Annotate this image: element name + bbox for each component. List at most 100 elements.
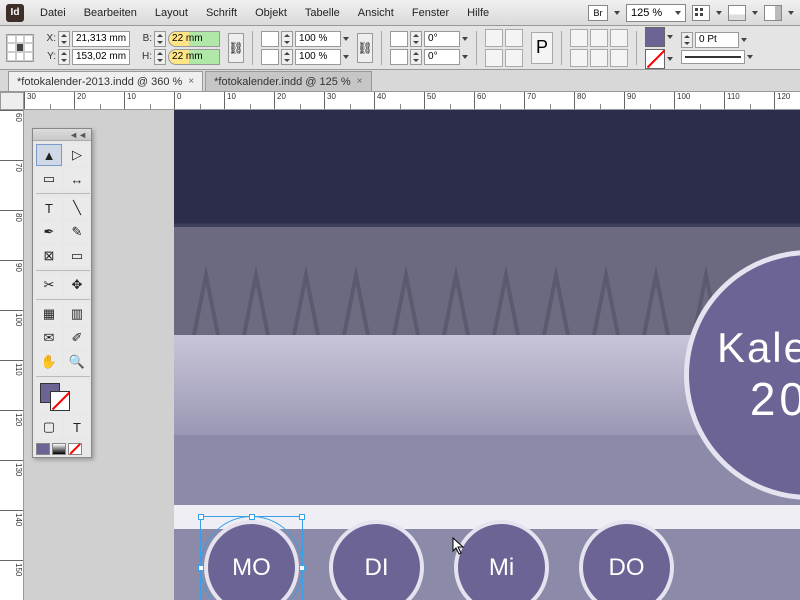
- chevron-down-icon[interactable]: [747, 55, 753, 59]
- tab-doc-1[interactable]: *fotokalender-2013.indd @ 360 %×: [8, 71, 203, 91]
- pencil-tool[interactable]: ✎: [64, 221, 90, 243]
- chevron-down-icon[interactable]: [752, 11, 758, 15]
- apply-none[interactable]: [68, 443, 82, 455]
- reference-point[interactable]: [6, 34, 34, 62]
- line-tool[interactable]: ╲: [64, 197, 90, 219]
- gradient-feather-tool[interactable]: ▥: [64, 303, 90, 325]
- workspace-button[interactable]: [764, 5, 782, 21]
- note-tool[interactable]: ✉: [36, 327, 62, 349]
- scissors-tool[interactable]: ✂: [36, 274, 62, 296]
- container-formatting[interactable]: ▢: [36, 416, 62, 438]
- rotate-field[interactable]: 0°: [424, 31, 460, 47]
- stroke-style-select[interactable]: [681, 50, 745, 64]
- fill-swatch[interactable]: [645, 27, 665, 47]
- menu-layout[interactable]: Layout: [147, 3, 196, 23]
- align-button[interactable]: [570, 29, 588, 47]
- day-circle-do[interactable]: DO: [579, 520, 674, 600]
- rotate-stepper[interactable]: [410, 31, 422, 47]
- constrain-scale-icon[interactable]: ⛓: [357, 33, 373, 63]
- scale-y-field[interactable]: 100 %: [295, 49, 341, 65]
- close-icon[interactable]: ×: [357, 76, 363, 87]
- hand-tool[interactable]: ✋: [36, 351, 62, 373]
- gradient-swatch-tool[interactable]: ▦: [36, 303, 62, 325]
- chevron-down-icon[interactable]: [741, 38, 747, 42]
- y-stepper[interactable]: [58, 49, 70, 65]
- menu-type[interactable]: Schrift: [198, 3, 245, 23]
- y-field[interactable]: 153,02 mm: [72, 49, 130, 65]
- scale-x-field[interactable]: 100 %: [295, 31, 341, 47]
- menu-view[interactable]: Ansicht: [350, 3, 402, 23]
- select-next-button[interactable]: [610, 49, 628, 67]
- zoom-level-select[interactable]: 125 %: [626, 4, 686, 22]
- close-icon[interactable]: ×: [188, 76, 194, 87]
- arrange-docs-button[interactable]: [692, 5, 710, 21]
- ruler-origin[interactable]: [0, 92, 24, 110]
- tab-doc-2[interactable]: *fotokalender.indd @ 125 %×: [205, 71, 371, 91]
- flip-v-button[interactable]: [505, 49, 523, 67]
- ruler-vertical[interactable]: 60 70 80 90 100 110 120 130 140 150: [0, 110, 24, 600]
- w-stepper[interactable]: [154, 31, 166, 47]
- chevron-down-icon[interactable]: [667, 35, 673, 39]
- page-tool[interactable]: ▭: [36, 168, 62, 190]
- ruler-horizontal[interactable]: 30 20 10 0 10 20 30 40 50 60 70 80 90 10…: [24, 92, 800, 110]
- select-container-button[interactable]: [570, 49, 588, 67]
- scale-x-stepper[interactable]: [281, 31, 293, 47]
- menu-table[interactable]: Tabelle: [297, 3, 348, 23]
- stroke-weight-field[interactable]: 0 Pt: [695, 32, 739, 48]
- rectangle-frame-tool[interactable]: ⊠: [36, 245, 62, 267]
- menu-edit[interactable]: Bearbeiten: [76, 3, 145, 23]
- document-canvas[interactable]: Kalender 2013 MO DI Mi DO: [24, 110, 800, 600]
- day-circle-di[interactable]: DI: [329, 520, 424, 600]
- stroke-weight-stepper[interactable]: [681, 32, 693, 48]
- distribute-button[interactable]: [590, 29, 608, 47]
- screen-mode-button[interactable]: [728, 5, 746, 21]
- menu-help[interactable]: Hilfe: [459, 3, 497, 23]
- menu-object[interactable]: Objekt: [247, 3, 295, 23]
- paragraph-controls[interactable]: P: [531, 32, 553, 64]
- gap-tool[interactable]: ↔: [64, 168, 90, 190]
- menu-window[interactable]: Fenster: [404, 3, 457, 23]
- eyedropper-tool[interactable]: ✐: [64, 327, 90, 349]
- tools-panel[interactable]: ◄◄ ▲ ▷ ▭ ↔ T ╲ ✒ ✎ ⊠ ▭ ✂ ✥ ▦ ▥ ✉ ✐ ✋ 🔍 ▢…: [32, 128, 92, 458]
- chevron-down-icon[interactable]: [462, 55, 468, 59]
- shear-field[interactable]: 0°: [424, 49, 460, 65]
- zoom-tool[interactable]: 🔍: [64, 351, 90, 373]
- w-field[interactable]: 22 mm: [168, 31, 220, 47]
- apply-gradient[interactable]: [52, 443, 66, 455]
- apply-color[interactable]: [36, 443, 50, 455]
- x-stepper[interactable]: [58, 31, 70, 47]
- scale-y-stepper[interactable]: [281, 49, 293, 65]
- shear-stepper[interactable]: [410, 49, 422, 65]
- bridge-button[interactable]: Br: [588, 5, 608, 21]
- stroke-swatch[interactable]: [645, 49, 665, 69]
- chevron-down-icon[interactable]: [614, 11, 620, 15]
- text-formatting[interactable]: T: [64, 416, 90, 438]
- scale-y-icon: [261, 49, 279, 65]
- chevron-down-icon[interactable]: [343, 55, 349, 59]
- free-transform-tool[interactable]: ✥: [64, 274, 90, 296]
- chevron-down-icon[interactable]: [667, 57, 673, 61]
- fill-stroke-proxy[interactable]: [36, 380, 90, 414]
- chevron-down-icon[interactable]: [462, 37, 468, 41]
- h-field[interactable]: 22 mm: [168, 49, 220, 65]
- pen-tool[interactable]: ✒: [36, 221, 62, 243]
- select-content-button[interactable]: [590, 49, 608, 67]
- rectangle-tool[interactable]: ▭: [64, 245, 90, 267]
- day-circle-mi[interactable]: Mi: [454, 520, 549, 600]
- x-field[interactable]: 21,313 mm: [72, 31, 130, 47]
- type-tool[interactable]: T: [36, 197, 62, 219]
- menu-file[interactable]: Datei: [32, 3, 74, 23]
- chevron-down-icon[interactable]: [788, 11, 794, 15]
- direct-selection-tool[interactable]: ▷: [64, 144, 90, 166]
- rotate-ccw-button[interactable]: [485, 29, 503, 47]
- align-button-2[interactable]: [610, 29, 628, 47]
- rotate-cw-button[interactable]: [485, 49, 503, 67]
- constrain-link-icon[interactable]: ⛓: [228, 33, 244, 63]
- tools-collapse[interactable]: ◄◄: [33, 129, 91, 141]
- flip-h-button[interactable]: [505, 29, 523, 47]
- h-stepper[interactable]: [154, 49, 166, 65]
- chevron-down-icon[interactable]: [716, 11, 722, 15]
- selection-tool[interactable]: ▲: [36, 144, 62, 166]
- chevron-down-icon[interactable]: [343, 37, 349, 41]
- page[interactable]: Kalender 2013 MO DI Mi DO: [174, 110, 800, 600]
